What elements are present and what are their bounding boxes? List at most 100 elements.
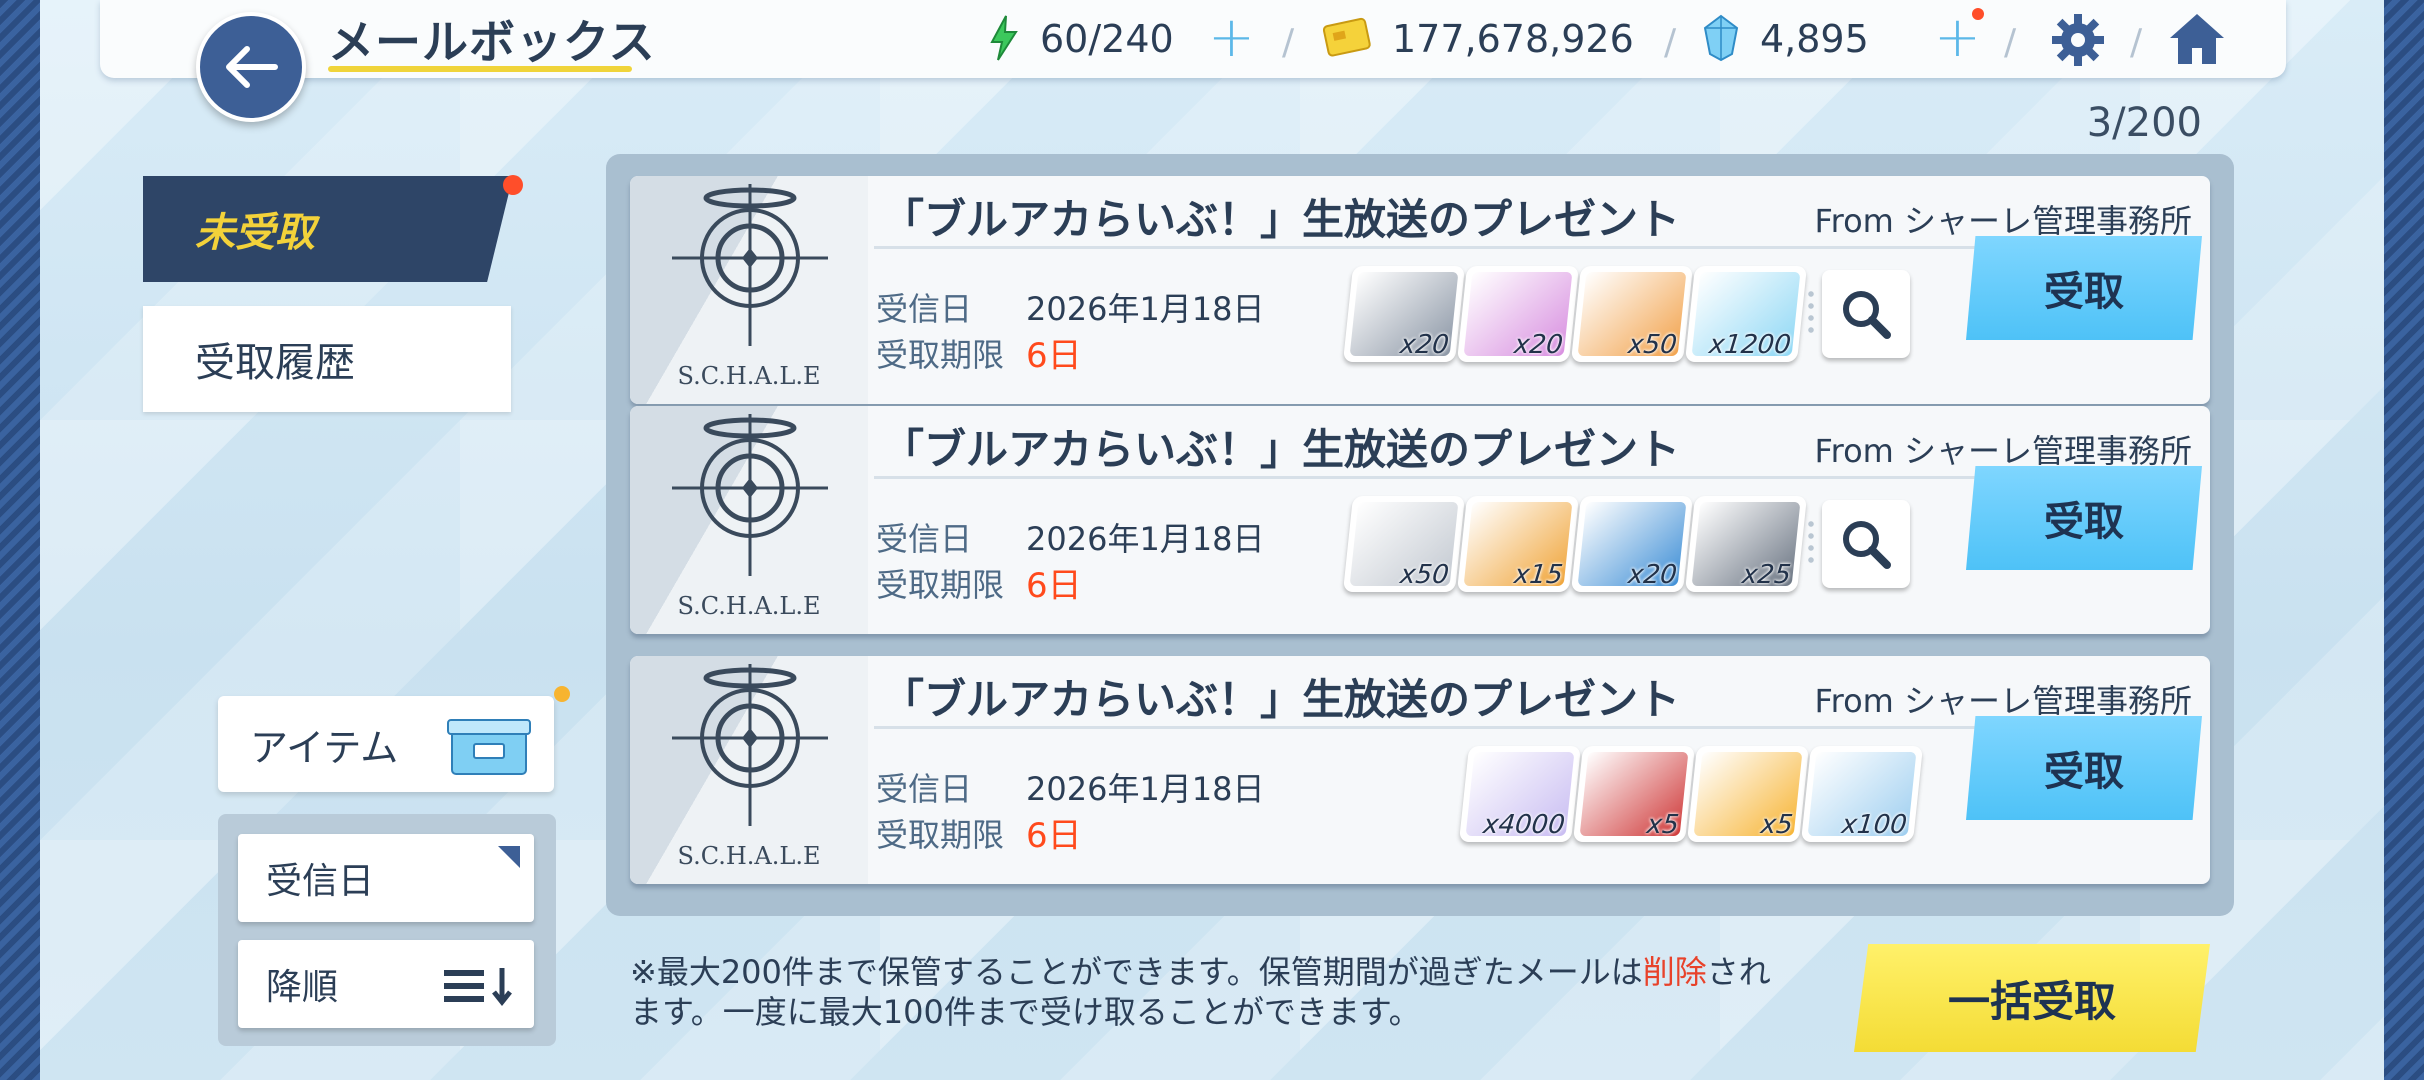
reward-item[interactable]: x25 [1684,496,1808,592]
sort-order-button[interactable]: 降順 [238,940,534,1028]
sort-key-button[interactable]: 受信日 [238,834,534,922]
reward-item[interactable]: x100 [1800,746,1924,842]
divider: / [2004,22,2017,63]
deadline-label: 受取期限 [876,566,1005,604]
reward-quantity: x5 [1645,810,1681,840]
page-title: メールボックス [328,15,656,69]
notice-delete-text: 削除 [1642,953,1707,991]
tab-history[interactable]: 受取履歴 [143,306,511,412]
schale-logo: S.C.H.A.L.E [630,176,868,404]
home-icon[interactable] [2166,10,2228,68]
reward-quantity: x20 [1626,560,1679,590]
deadline-value: 6日 [1026,336,1082,376]
claim-button[interactable]: 受取 [1966,716,2202,820]
reward-quantity: x50 [1398,560,1451,590]
reward-item[interactable]: x20 [1456,266,1580,362]
mail-count: 3/200 [2086,100,2202,146]
divider: / [1664,22,1677,63]
item-filter-button[interactable]: アイテム [218,696,554,792]
reward-item[interactable]: x4000 [1458,746,1582,842]
sort-panel: 受信日 降順 [218,814,556,1046]
stamina-bolt-icon [990,15,1018,61]
notification-dot [503,175,523,195]
schale-logo: S.C.H.A.L.E [630,406,868,634]
more-dots-icon [1808,288,1814,336]
credit-card-icon [1322,17,1371,57]
arrow-left-icon [226,46,278,88]
deadline-label: 受取期限 [876,816,1005,854]
divider: / [1282,22,1295,63]
detail-button[interactable] [1822,500,1910,588]
schale-logo: S.C.H.A.L.E [630,656,868,884]
reward-quantity: x100 [1840,810,1909,840]
reward-quantity: x20 [1398,330,1451,360]
reward-item[interactable]: x20 [1570,496,1694,592]
mail-sender: From シャーレ管理事務所 [1814,682,2192,720]
right-border-stripe [2384,0,2424,1080]
received-date-label: 受信日 [876,770,973,808]
schale-logo-text: S.C.H.A.L.E [677,842,821,870]
reward-quantity: x4000 [1481,810,1567,840]
claim-all-button[interactable]: 一括受取 [1854,944,2210,1052]
gear-icon[interactable] [2050,12,2106,68]
mailbox-icon [447,719,531,775]
received-date-value: 2026年1月18日 [1026,770,1265,808]
sort-order-label: 降順 [266,967,339,1008]
deadline-value: 6日 [1026,566,1082,606]
deadline-label: 受取期限 [876,336,1005,374]
title-underline [328,66,632,72]
claim-button[interactable]: 受取 [1966,236,2202,340]
sort-descending-icon [444,968,512,1006]
sort-key-label: 受信日 [266,861,375,902]
divider: / [2130,22,2143,63]
reward-item[interactable]: x15 [1456,496,1580,592]
reward-item[interactable]: x50 [1570,266,1694,362]
claim-button[interactable]: 受取 [1966,466,2202,570]
detail-button[interactable] [1822,270,1910,358]
magnifier-icon [1843,521,1891,569]
schale-logo-text: S.C.H.A.L.E [677,362,821,390]
reward-quantity: x20 [1512,330,1565,360]
schale-logo-text: S.C.H.A.L.E [677,592,821,620]
reward-item[interactable]: x20 [1342,266,1466,362]
tab-unclaimed[interactable]: 未受取 [143,176,513,282]
mail-sender: From シャーレ管理事務所 [1814,202,2192,240]
reward-item[interactable]: x5 [1686,746,1810,842]
received-date-label: 受信日 [876,290,973,328]
reward-quantity: x15 [1512,560,1565,590]
mail-item: S.C.H.A.L.E 「ブルアカらいぶ！」生放送のプレゼント From シャー… [630,406,2210,634]
reward-item[interactable]: x50 [1342,496,1466,592]
mail-subject: 「ブルアカらいぶ！」生放送のプレゼント [882,425,1681,474]
stamina-value: 60/240 [1040,17,1174,61]
reward-quantity: x1200 [1707,330,1793,360]
magnifier-icon [1843,291,1891,339]
mail-item: S.C.H.A.L.E 「ブルアカらいぶ！」生放送のプレゼント From シャー… [630,176,2210,404]
tab-history-label: 受取履歴 [195,340,355,386]
received-date-value: 2026年1月18日 [1026,520,1265,558]
back-button[interactable] [196,12,306,122]
pyroxene-value: 4,895 [1760,17,1869,61]
notification-dot [1972,8,1984,20]
item-filter-label: アイテム [250,725,399,770]
notification-dot [554,686,570,702]
deadline-value: 6日 [1026,816,1082,856]
more-dots-icon [1808,518,1814,566]
notice-text: ※最大200件まで保管することができます。保管期間が過ぎたメールは [630,953,1643,991]
reward-quantity: x50 [1626,330,1679,360]
received-date-value: 2026年1月18日 [1026,290,1265,328]
reward-quantity: x5 [1759,810,1795,840]
pyroxene-icon [1703,14,1739,62]
tab-unclaimed-label: 未受取 [195,210,315,256]
reward-quantity: x25 [1740,560,1793,590]
mail-subject: 「ブルアカらいぶ！」生放送のプレゼント [882,195,1681,244]
reward-item[interactable]: x5 [1572,746,1696,842]
stamina-plus-button[interactable]: + [1208,10,1255,66]
storage-notice: ※最大200件まで保管することができます。保管期間が過ぎたメールは削除されます。… [630,952,1800,1032]
corner-triangle-icon [498,846,520,868]
credits-value: 177,678,926 [1392,17,1634,61]
mail-item: S.C.H.A.L.E 「ブルアカらいぶ！」生放送のプレゼント From シャー… [630,656,2210,884]
mail-subject: 「ブルアカらいぶ！」生放送のプレゼント [882,675,1681,724]
mail-sender: From シャーレ管理事務所 [1814,432,2192,470]
reward-item[interactable]: x1200 [1684,266,1808,362]
received-date-label: 受信日 [876,520,973,558]
